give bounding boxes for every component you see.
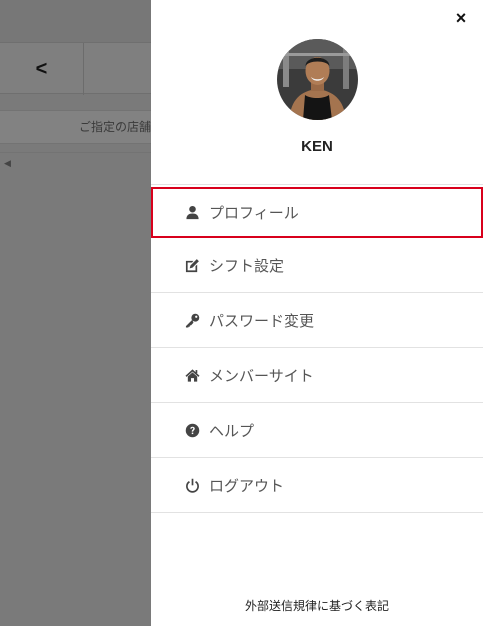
background-nav-row: < [0, 42, 151, 95]
background-notice: ご指定の店舗 [0, 110, 151, 144]
user-name: KEN [301, 138, 333, 155]
menu-item-label: シフト設定 [209, 257, 285, 275]
edit-icon [184, 257, 200, 273]
menu-item-label: メンバーサイト [209, 367, 314, 385]
menu-item-label: ログアウト [209, 477, 285, 495]
menu-item-shift-settings[interactable]: シフト設定 [151, 238, 483, 293]
menu-item-change-password[interactable]: パスワード変更 [151, 293, 483, 348]
menu-item-member-site[interactable]: メンバーサイト [151, 348, 483, 403]
back-button[interactable]: < [0, 43, 84, 95]
app-page: < ご指定の店舗 ◀ × KEN プロフィール シフト設定 パスワード変更 メン… [0, 0, 483, 626]
close-button[interactable]: × [451, 8, 471, 28]
scroll-left-icon: ◀ [4, 158, 11, 168]
dimmed-overlay[interactable]: < ご指定の店舗 ◀ [0, 0, 151, 626]
user-icon [184, 205, 200, 221]
background-divider [0, 152, 151, 153]
avatar-photo [277, 39, 358, 120]
background-header [0, 0, 151, 42]
menu-item-help[interactable]: ヘルプ [151, 403, 483, 458]
key-icon [184, 312, 200, 328]
power-icon [184, 477, 200, 493]
external-transmission-notice-link[interactable]: 外部送信規律に基づく表記 [151, 597, 483, 614]
menu-item-label: パスワード変更 [209, 312, 315, 330]
drawer-menu: プロフィール シフト設定 パスワード変更 メンバーサイト ヘルプ ログアウト [151, 184, 483, 513]
question-circle-icon [184, 422, 200, 438]
menu-item-logout[interactable]: ログアウト [151, 458, 483, 513]
menu-item-label: プロフィール [209, 205, 299, 222]
side-drawer: × KEN プロフィール シフト設定 パスワード変更 メンバーサイト ヘルプ ロ… [151, 0, 483, 626]
menu-item-profile[interactable]: プロフィール [151, 187, 483, 238]
menu-item-label: ヘルプ [209, 422, 255, 440]
avatar[interactable] [277, 39, 358, 120]
home-icon [184, 367, 200, 383]
